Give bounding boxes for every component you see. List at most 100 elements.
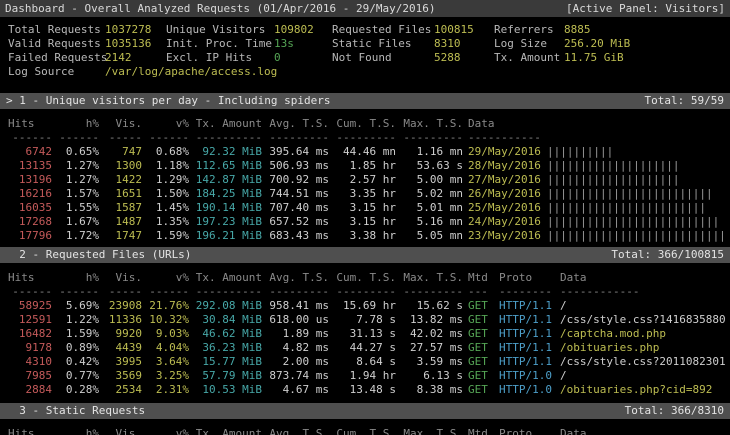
cell-hpct: 5.69% — [57, 299, 99, 313]
panel-table: Hitsh%Vis.v%Tx. AmountAvg. T.S.Cum. T.S.… — [0, 117, 730, 243]
cell-hpct: 1.59% — [57, 327, 99, 341]
cell-vpct: 3.64% — [147, 355, 189, 369]
cell-tx: 36.23 MiB — [194, 341, 262, 355]
cell-vis: 4439 — [104, 341, 142, 355]
cell-hpct: 0.28% — [57, 383, 99, 397]
cell-cum: 15.69 hr — [334, 299, 396, 313]
table-row: 131351.27%13001.18%112.65 MiB506.93 ms1.… — [0, 159, 730, 173]
cell-vpct: 9.03% — [147, 327, 189, 341]
cell-avg: 4.67 ms — [267, 383, 329, 397]
cell-max: Max. T.S. — [401, 117, 463, 131]
cell-bars: |||||||||||||||||||| — [547, 173, 730, 187]
cell-hpct: 0.89% — [57, 341, 99, 355]
cell-cum: 1.85 hr — [334, 159, 396, 173]
table-row: 177961.72%17471.59%196.21 MiB683.43 ms3.… — [0, 229, 730, 243]
panel-header: 2 - Requested Files (URLs)Total: 366/100… — [0, 247, 730, 263]
cell-cum: 3.38 hr — [334, 229, 396, 243]
summary-value: 1037278 — [105, 23, 166, 37]
cell-vpct: v% — [147, 271, 189, 285]
cell-vis: 1651 — [104, 187, 142, 201]
cell-vis: 3569 — [104, 369, 142, 383]
cell-cum: 1.94 hr — [334, 369, 396, 383]
cell-hpct: ------ — [57, 131, 99, 145]
cell-max: 6.13 s — [401, 369, 463, 383]
cell-hits: Hits — [8, 427, 52, 435]
cell-mtd: GET — [468, 383, 494, 397]
summary-label: Requested Files — [332, 23, 434, 37]
cell-hpct: h% — [57, 117, 99, 131]
table-row: 172681.67%14871.35%197.23 MiB657.52 ms3.… — [0, 215, 730, 229]
cell-date: Data — [468, 117, 542, 131]
cell-hpct: 1.22% — [57, 313, 99, 327]
cell-tx: Tx. Amount — [194, 427, 262, 435]
cell-tx: 57.79 MiB — [194, 369, 262, 383]
table-row: 43100.42%39953.64%15.77 MiB2.00 ms8.64 s… — [0, 355, 730, 369]
cell-max: 13.82 ms — [401, 313, 463, 327]
cell-bars — [547, 117, 730, 131]
panel-total: Total: 366/8310 — [625, 403, 724, 419]
cell-max: 5.02 mn — [401, 187, 463, 201]
cell-hits: 12591 — [8, 313, 52, 327]
cell-tx: 197.23 MiB — [194, 215, 262, 229]
panel-3: 3 - Static RequestsTotal: 366/8310Hitsh%… — [0, 403, 730, 435]
cell-hits: 16216 — [8, 187, 52, 201]
cell-hits: 13196 — [8, 173, 52, 187]
column-header-row: Hitsh%Vis.v%Tx. AmountAvg. T.S.Cum. T.S.… — [0, 427, 730, 435]
cell-date: 26/May/2016 — [468, 187, 542, 201]
cell-vis: ----- — [104, 285, 142, 299]
cell-vis: 1422 — [104, 173, 142, 187]
cell-max: --------- — [401, 131, 463, 145]
cell-vis: Vis. — [104, 271, 142, 285]
cell-vis: 747 — [104, 145, 142, 159]
cell-date: 24/May/2016 — [468, 215, 542, 229]
cell-cum: 7.78 s — [334, 313, 396, 327]
column-header-row: Hitsh%Vis.v%Tx. AmountAvg. T.S.Cum. T.S.… — [0, 271, 730, 285]
cell-bars: |||||||||||||||||||| — [547, 159, 730, 173]
cell-hpct: 1.27% — [57, 159, 99, 173]
summary-value: 11.75 GiB — [564, 51, 730, 65]
cell-hpct: h% — [57, 427, 99, 435]
cell-date: 25/May/2016 — [468, 201, 542, 215]
cell-date: 29/May/2016 — [468, 145, 542, 159]
cell-mtd: GET — [468, 299, 494, 313]
panel-1: > 1 - Unique visitors per day - Includin… — [0, 93, 730, 243]
cell-mtd: GET — [468, 355, 494, 369]
summary-label: Not Found — [332, 51, 434, 65]
table-row: 162161.57%16511.50%184.25 MiB744.51 ms3.… — [0, 187, 730, 201]
summary-value: 5288 — [434, 51, 494, 65]
summary-value: 109802 — [274, 23, 332, 37]
cell-avg: 873.74 ms — [267, 369, 329, 383]
goaccess-terminal[interactable]: Dashboard - Overall Analyzed Requests (0… — [0, 0, 730, 435]
cell-avg: Avg. T.S. — [267, 271, 329, 285]
cell-vis: 11336 — [104, 313, 142, 327]
summary-label: Init. Proc. Time — [166, 37, 274, 51]
cell-tx: Tx. Amount — [194, 271, 262, 285]
cell-max: 8.38 ms — [401, 383, 463, 397]
cell-avg: 707.40 ms — [267, 201, 329, 215]
active-panel-indicator: [Active Panel: Visitors] — [566, 0, 725, 17]
panel-table: Hitsh%Vis.v%Tx. AmountAvg. T.S.Cum. T.S.… — [0, 427, 730, 435]
summary-label: Total Requests — [8, 23, 105, 37]
cell-hits: 16482 — [8, 327, 52, 341]
cell-tx: 92.32 MiB — [194, 145, 262, 159]
cell-proto: HTTP/1.0 — [499, 369, 555, 383]
cell-vis: 9920 — [104, 327, 142, 341]
cell-hits: 7985 — [8, 369, 52, 383]
cell-max: --------- — [401, 285, 463, 299]
cell-max: 42.02 ms — [401, 327, 463, 341]
cell-max: Max. T.S. — [401, 427, 463, 435]
cell-vpct: v% — [147, 117, 189, 131]
cell-hpct: 1.57% — [57, 187, 99, 201]
cell-vpct: 2.31% — [147, 383, 189, 397]
table-row: 125911.22%1133610.32%30.84 MiB618.00 us7… — [0, 313, 730, 327]
cell-hits: ------ — [8, 285, 52, 299]
cell-vis: 1587 — [104, 201, 142, 215]
panels: > 1 - Unique visitors per day - Includin… — [0, 93, 730, 435]
cell-hits: 4310 — [8, 355, 52, 369]
cell-cum: Cum. T.S. — [334, 117, 396, 131]
summary-row: Failed Requests2142Excl. IP Hits0Not Fou… — [0, 51, 730, 65]
table-row: 28840.28%25342.31%10.53 MiB4.67 ms13.48 … — [0, 383, 730, 397]
cell-date: ----------- — [468, 131, 542, 145]
cell-max: 15.62 s — [401, 299, 463, 313]
cell-tx: 46.62 MiB — [194, 327, 262, 341]
